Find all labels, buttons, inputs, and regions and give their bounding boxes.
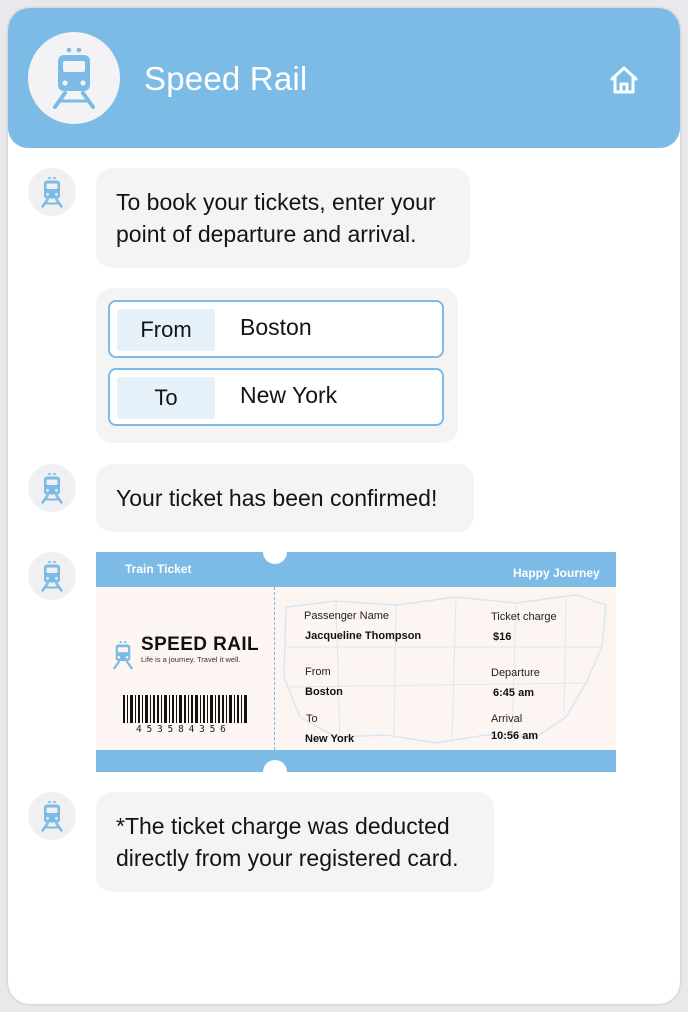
arrival-label: Arrival (491, 713, 523, 725)
train-icon (41, 472, 63, 504)
train-icon (41, 176, 63, 208)
train-icon (41, 560, 63, 592)
app-logo (28, 32, 120, 124)
message-line: Your ticket has been confirmed! (116, 485, 438, 511)
bot-avatar (28, 464, 76, 512)
passenger-value: Jacqueline Thompson (305, 630, 422, 642)
chat-screen: Speed Rail To book your tickets, enter y… (8, 8, 680, 1004)
ticket-to-label: To (306, 713, 318, 725)
ticket-perforation (274, 587, 275, 750)
ticket-brand-name: SPEED RAIL (141, 634, 260, 655)
charge-value: $16 (493, 631, 512, 643)
bot-message: *The ticket charge was deducted directly… (96, 792, 494, 892)
app-title: Speed Rail (144, 60, 308, 97)
app-header: Speed Rail (8, 8, 680, 148)
ticket-header-right: Happy Journey (513, 566, 600, 580)
from-field[interactable]: From Boston (108, 300, 444, 358)
bot-avatar (28, 792, 76, 840)
home-button[interactable] (606, 62, 642, 98)
bot-message: To book your tickets, enter your point o… (96, 168, 470, 268)
message-line: To book your tickets, enter your (116, 189, 436, 215)
message-line: point of departure and arrival. (116, 221, 417, 247)
charge-label: Ticket charge (491, 611, 557, 623)
train-icon (113, 641, 133, 670)
from-value: Boston (240, 314, 312, 340)
ticket-from-label: From (305, 666, 331, 678)
to-field[interactable]: To New York (108, 368, 444, 426)
message-line: directly from your registered card. (116, 845, 459, 871)
barcode-icon (123, 695, 247, 723)
ticket-header-left: Train Ticket (125, 562, 192, 576)
bot-avatar (28, 552, 76, 600)
ticket-bottom-band (96, 750, 616, 772)
train-ticket[interactable]: Train Ticket Happy Journey SPEED RAIL Li… (96, 552, 616, 772)
departure-value: 6:45 am (493, 687, 534, 699)
arrival-value: 10:56 am (491, 730, 539, 742)
to-value: New York (240, 382, 338, 408)
ticket-to-value: New York (305, 733, 355, 745)
from-label: From (117, 309, 215, 351)
passenger-label: Passenger Name (304, 610, 389, 622)
route-form: From Boston To New York (96, 288, 458, 443)
to-label: To (117, 377, 215, 419)
barcode-number: 453584356 (136, 724, 231, 735)
home-icon (610, 66, 638, 94)
train-icon (41, 800, 63, 832)
bot-message: Your ticket has been confirmed! (96, 464, 474, 532)
bot-avatar (28, 168, 76, 216)
ticket-from-value: Boston (305, 686, 343, 698)
train-icon (53, 47, 95, 109)
ticket-brand-tagline: Life is a journey. Travel it well. (141, 655, 241, 664)
message-line: *The ticket charge was deducted (116, 813, 450, 839)
departure-label: Departure (491, 667, 540, 679)
